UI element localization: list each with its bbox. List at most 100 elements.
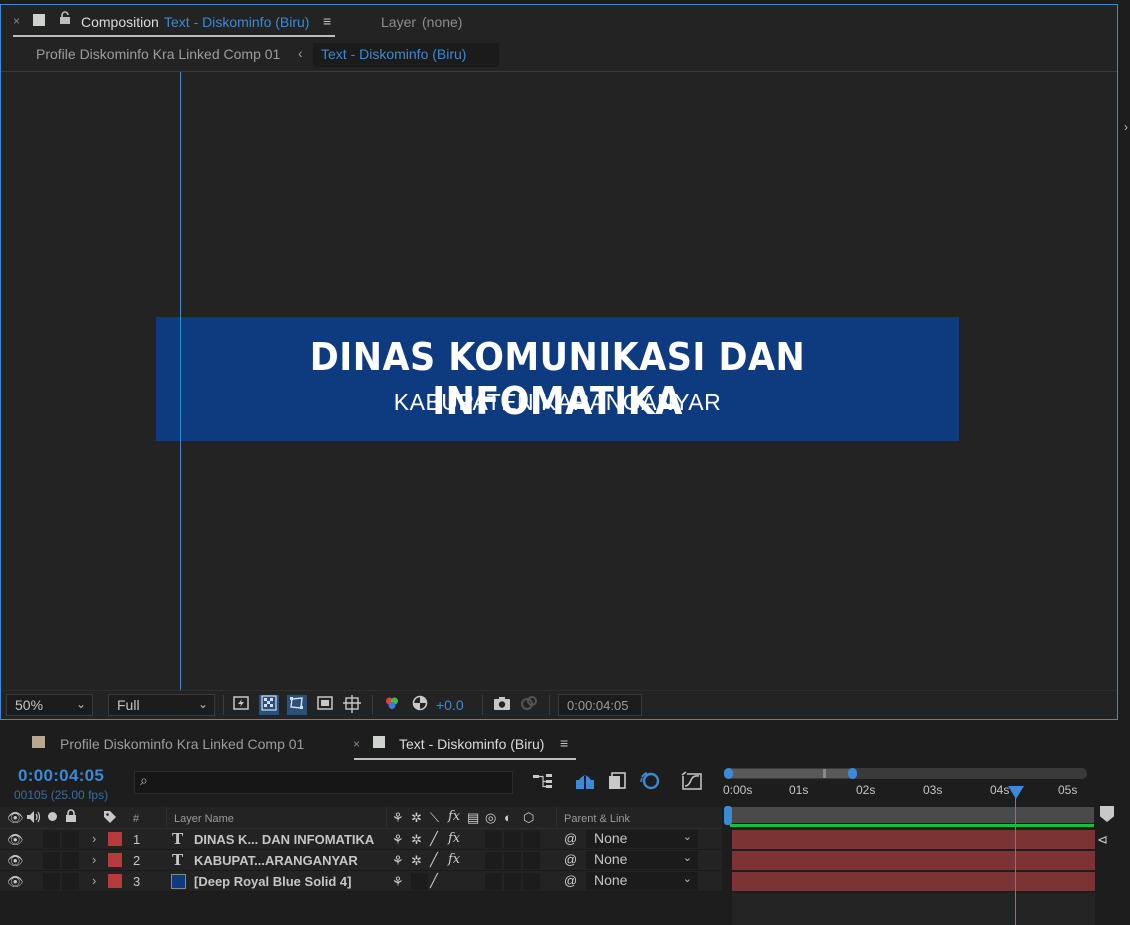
graph-editor-icon[interactable] [681, 771, 703, 794]
pick-whip-icon[interactable]: @ [564, 873, 577, 888]
effects-switch-icon[interactable]: fx [448, 852, 460, 867]
parent-dropdown[interactable]: None ⌄ [586, 851, 698, 869]
layer-tab-label[interactable]: Layer [381, 14, 416, 30]
3d-switch[interactable] [523, 852, 540, 869]
motion-blur-icon[interactable] [640, 771, 662, 794]
collapse-switch-icon[interactable]: ✲ [411, 853, 422, 869]
layer-row[interactable]: 👁 › 2 T KABUPAT...ARANGANYAR ⚘ ✲ ╱ fx @ … [0, 850, 722, 871]
snapshot-icon[interactable] [492, 695, 512, 715]
pick-whip-icon[interactable]: @ [564, 852, 577, 867]
layer-name[interactable]: KABUPAT...ARANGANYAR [194, 853, 358, 868]
work-area-bar[interactable] [730, 807, 1094, 823]
solo-header-icon[interactable] [48, 812, 57, 821]
3d-switch[interactable] [523, 873, 540, 890]
layer-name[interactable]: [Deep Royal Blue Solid 4] [194, 874, 351, 889]
audio-header-icon[interactable] [26, 810, 42, 827]
effects-switch-header-icon[interactable]: fx [448, 809, 460, 824]
collapse-switch-header-icon[interactable]: ✲ [411, 810, 422, 826]
label-color-chip[interactable] [108, 874, 122, 888]
quality-switch-icon[interactable]: ╱ [430, 831, 438, 847]
lock-switch[interactable] [62, 831, 79, 848]
shy-switch-header-icon[interactable]: ⚘ [392, 810, 404, 826]
visibility-eye-icon[interactable]: 👁 [7, 832, 24, 848]
solo-switch[interactable] [43, 831, 60, 848]
frame-blend-switch-header-icon[interactable]: ▤ [467, 810, 479, 826]
close-tab-icon[interactable]: × [13, 14, 20, 28]
shy-switch-icon[interactable]: ⚘ [392, 874, 404, 890]
expand-chevron-icon[interactable]: › [92, 873, 96, 888]
show-snapshot-icon[interactable] [519, 695, 539, 715]
grid-guides-icon[interactable] [342, 695, 362, 715]
adjustment-switch[interactable] [504, 831, 521, 848]
lock-switch[interactable] [62, 873, 79, 890]
channel-icon[interactable] [382, 695, 402, 715]
timeline-tab-parent-comp[interactable]: Profile Diskominfo Kra Linked Comp 01 [60, 736, 304, 752]
parent-dropdown[interactable]: None ⌄ [586, 872, 698, 890]
pick-whip-icon[interactable]: @ [564, 831, 577, 846]
frame-blending-icon[interactable] [607, 772, 627, 793]
motion-blur-switch[interactable] [485, 831, 502, 848]
layer-row[interactable]: 👁 › 3 [Deep Royal Blue Solid 4] ⚘ ╱ @ No… [0, 871, 722, 892]
comp-flowchart-icon[interactable] [532, 773, 554, 792]
visibility-eye-icon[interactable]: 👁 [7, 874, 24, 890]
timeline-panel-menu-icon[interactable]: ≡ [560, 735, 568, 751]
resolution-dropdown[interactable]: Full ⌄ [108, 694, 215, 716]
quality-switch-icon[interactable]: ╱ [430, 873, 438, 889]
motion-blur-switch[interactable] [485, 873, 502, 890]
parent-dropdown[interactable]: None ⌄ [586, 830, 698, 848]
current-time-display[interactable]: 0:00:04:05 [558, 694, 642, 716]
composition-tab-comp-name[interactable]: Text - Diskominfo (Biru) [164, 14, 309, 30]
current-time-indicator-line[interactable] [1015, 795, 1016, 925]
composition-tab-label[interactable]: Composition [81, 14, 159, 30]
timeline-timecode[interactable]: 0:00:04:05 [18, 766, 104, 786]
exposure-value[interactable]: +0.0 [436, 697, 464, 713]
expand-chevron-icon[interactable]: › [92, 831, 96, 846]
region-of-interest-icon[interactable] [315, 695, 335, 715]
lock-icon[interactable] [59, 11, 71, 28]
layer-duration-bar[interactable] [732, 872, 1095, 891]
navigator-end-handle[interactable] [848, 768, 857, 779]
adjustment-layer-header-icon[interactable]: ◐ [504, 810, 512, 825]
label-tag-header-icon[interactable] [103, 810, 117, 827]
adjustment-switch[interactable] [504, 852, 521, 869]
layer-name[interactable]: DINAS K... DAN INFOMATIKA [194, 832, 374, 847]
lock-switch[interactable] [62, 852, 79, 869]
solo-switch[interactable] [43, 852, 60, 869]
layer-name-header[interactable]: Layer Name [174, 813, 234, 825]
expand-timeline-icon[interactable]: ⊲ [1097, 832, 1108, 848]
layer-duration-bar[interactable] [732, 851, 1095, 870]
solo-switch[interactable] [43, 873, 60, 890]
layer-search-input[interactable] [134, 771, 513, 794]
transparency-grid-icon[interactable] [259, 695, 279, 715]
composition-viewer[interactable]: DINAS KOMUNIKASI DAN INFOMATIKA KABUPATE… [1, 72, 1117, 690]
shy-switch-icon[interactable]: ⚘ [392, 853, 404, 869]
expand-chevron-icon[interactable]: › [92, 852, 96, 867]
motion-blur-switch[interactable] [485, 852, 502, 869]
exposure-reset-icon[interactable] [410, 695, 430, 715]
lock-header-icon[interactable] [65, 809, 77, 826]
motion-blur-switch-header-icon[interactable]: ◎ [485, 810, 496, 826]
mask-path-icon[interactable] [287, 695, 307, 715]
adjustment-switch[interactable] [504, 873, 521, 890]
close-tab-icon[interactable]: × [353, 737, 360, 751]
shy-layers-icon[interactable] [574, 772, 596, 793]
3d-switch[interactable] [523, 831, 540, 848]
layer-duration-bar[interactable] [732, 830, 1095, 849]
shy-switch-icon[interactable]: ⚘ [392, 832, 404, 848]
time-navigator-range[interactable] [730, 769, 852, 778]
work-area-start-handle[interactable] [724, 806, 732, 825]
timeline-tab-current-comp[interactable]: Text - Diskominfo (Biru) [399, 736, 544, 752]
breadcrumb-parent-comp[interactable]: Profile Diskominfo Kra Linked Comp 01 [36, 46, 280, 62]
banner-subtitle-text[interactable]: KABUPATEN KARANGANYAR [156, 389, 959, 416]
time-ruler[interactable]: 0:00s 01s 02s 03s 04s 05s [723, 782, 1096, 804]
breadcrumb-current-comp[interactable]: Text - Diskominfo (Biru) [321, 46, 466, 62]
layer-row[interactable]: 👁 › 1 T DINAS K... DAN INFOMATIKA ⚘ ✲ ╱ … [0, 829, 722, 850]
blue-solid-banner[interactable]: DINAS KOMUNIKASI DAN INFOMATIKA KABUPATE… [156, 317, 959, 441]
video-visibility-header-icon[interactable]: 👁 [7, 810, 24, 826]
3d-layer-header-icon[interactable]: ⬡ [523, 810, 534, 826]
effects-switch-icon[interactable]: fx [448, 831, 460, 846]
fast-preview-icon[interactable] [231, 695, 251, 715]
current-time-indicator-head[interactable] [1008, 786, 1024, 799]
collapse-switch[interactable] [411, 873, 428, 890]
zoom-dropdown[interactable]: 50% ⌄ [6, 694, 93, 716]
